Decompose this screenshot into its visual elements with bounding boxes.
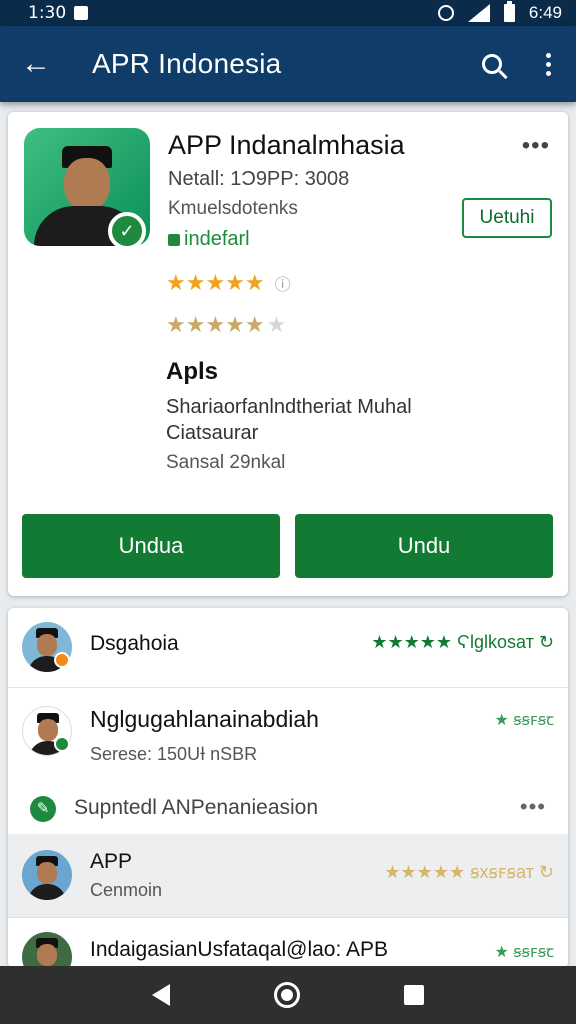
list-more-button[interactable]: ••• (520, 794, 546, 820)
list-item-subtitle: Cenmoin (90, 880, 163, 900)
more-options-button[interactable] (520, 52, 576, 76)
app-meta-line-2: Kmuelsdotenks (168, 198, 298, 219)
search-icon (482, 54, 502, 74)
list-item[interactable]: ✎ Supntedl ANPenanieasion ••• (8, 784, 568, 834)
nav-back-icon[interactable] (152, 984, 170, 1006)
avatar (22, 932, 72, 968)
signal-icon (467, 4, 490, 22)
section-title: Apls (166, 358, 219, 385)
avatar (22, 850, 72, 900)
alarm-icon (437, 5, 454, 21)
list-item-subtitle: Serese: 150UƗ nSBR (90, 744, 258, 764)
app-size: Sansal 29nkal (166, 452, 286, 473)
pencil-icon: ✎ (30, 796, 56, 822)
installed-label: indefarl (184, 228, 250, 250)
lock-icon (168, 233, 180, 246)
list-item[interactable]: IndaigasianUsfataqal@lao: APB ★ ꞩꞩꜰꞩꞇ (8, 918, 568, 968)
download-button-left[interactable]: Undua (22, 514, 280, 578)
badge-icon (54, 652, 70, 668)
rating-info: ⓘ (274, 277, 291, 294)
system-nav-bar (0, 966, 576, 1024)
list-item-title: Dsgahoia (90, 632, 179, 655)
status-time: 1:30 (28, 3, 67, 23)
app-description: Shariaorfanlndtheriat Muhal Ciatsaurar (166, 396, 412, 444)
status-icons: 6:49 (437, 1, 562, 23)
page-title: APR Indonesia (92, 48, 282, 79)
list-item[interactable]: APP Cenmoin ★★★★★ ꞩxꞩꜰꞩат ↻ (8, 834, 568, 918)
list-item-rating: ★★★★★ Ϛlglkosат ↻ (371, 632, 554, 652)
verified-check-icon: ✓ (108, 212, 146, 250)
badge-icon (54, 736, 70, 752)
list-item-title: APP (90, 850, 133, 873)
list-item-rating: ★ ꞩꞩꜰꞩꞇ (494, 712, 555, 729)
app-detail-card: ✓ APP Indanalmhasia ••• Netall: 1Ɔ9PP: 3… (8, 112, 568, 596)
app-meta-line-1: Netall: 1Ɔ9PP: 3008 (168, 168, 350, 190)
list-item-title: Supntedl ANPenanieasion (74, 796, 319, 819)
rating-stars-primary: ★★★★★ ⓘ (166, 270, 291, 295)
list-item-rating: ★★★★★ ꞩxꞩꜰꞩат ↻ (384, 862, 554, 882)
nav-recents-icon[interactable] (404, 985, 424, 1005)
search-button[interactable] (464, 54, 520, 74)
app-name: APP Indanalmhasia (168, 130, 405, 160)
open-button[interactable]: Uetuhi (462, 198, 552, 238)
card-more-button[interactable]: ••• (522, 132, 550, 160)
more-vert-icon (545, 52, 551, 76)
status-clock-right: 6:49 (528, 3, 562, 22)
list-item-title: Nglgugahlanainabdiah (90, 706, 319, 732)
rating-stars-secondary: ★★★★★ ★ (166, 312, 287, 337)
nav-home-icon[interactable] (274, 982, 300, 1008)
installed-status: indefarl (168, 228, 250, 251)
status-bar: 1:30 6:49 (0, 0, 576, 26)
battery-icon (503, 1, 515, 22)
back-arrow-icon[interactable]: ← (0, 49, 72, 79)
list-item-rating: ★ ꞩꞩꜰꞩꞇ (494, 944, 555, 961)
related-apps-list: Dsgahoia ★★★★★ Ϛlglkosат ↻ Nglgugahlanai… (8, 608, 568, 968)
download-button-right[interactable]: Undu (295, 514, 553, 578)
notification-icon (74, 6, 89, 20)
list-item[interactable]: Dsgahoia ★★★★★ Ϛlglkosат ↻ (8, 608, 568, 688)
app-bar: ← APR Indonesia (0, 26, 576, 102)
list-item[interactable]: Nglgugahlanainabdiah Serese: 150UƗ nSBR … (8, 688, 568, 784)
list-item-title: IndaigasianUsfataqal@lao: APB (90, 938, 389, 961)
